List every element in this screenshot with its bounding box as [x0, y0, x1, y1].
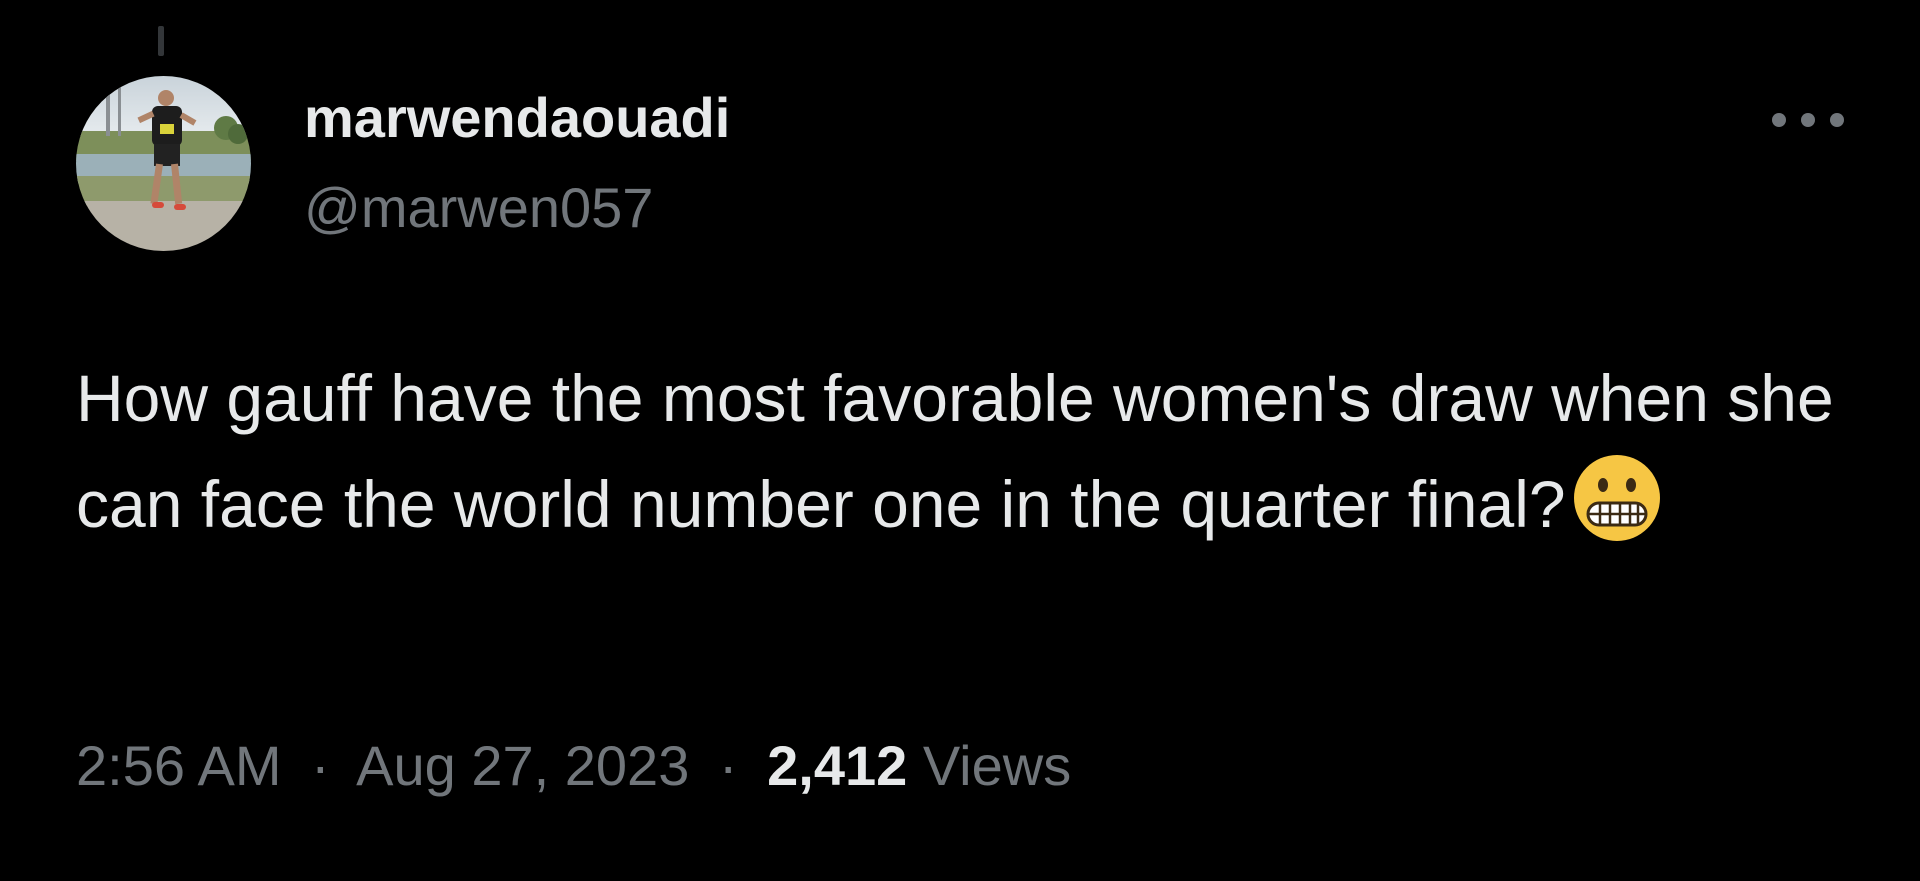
ellipsis-icon [1772, 113, 1786, 127]
author-display-name[interactable]: marwendaouadi [304, 82, 730, 154]
separator-dot: · [718, 734, 738, 797]
author-handle[interactable]: @marwen057 [304, 172, 653, 244]
separator-dot: · [311, 734, 330, 797]
tweet-metadata: 2:56 AM · Aug 27, 2023 · 2,412 Views [76, 730, 1071, 802]
thread-connector-line [158, 26, 164, 56]
avatar-photo [76, 76, 251, 251]
grimacing-face-icon [1572, 453, 1662, 543]
avatar[interactable] [76, 76, 251, 251]
views-count: 2,412 [767, 734, 908, 797]
tweet-time[interactable]: 2:56 AM [76, 734, 281, 797]
more-options-button[interactable] [1772, 100, 1844, 140]
views-label: Views [922, 734, 1072, 797]
tweet-text: How gauff have the most favorable women'… [76, 345, 1836, 557]
tweet-body: How gauff have the most favorable women'… [76, 361, 1834, 541]
tweet-date[interactable]: Aug 27, 2023 [356, 734, 689, 797]
